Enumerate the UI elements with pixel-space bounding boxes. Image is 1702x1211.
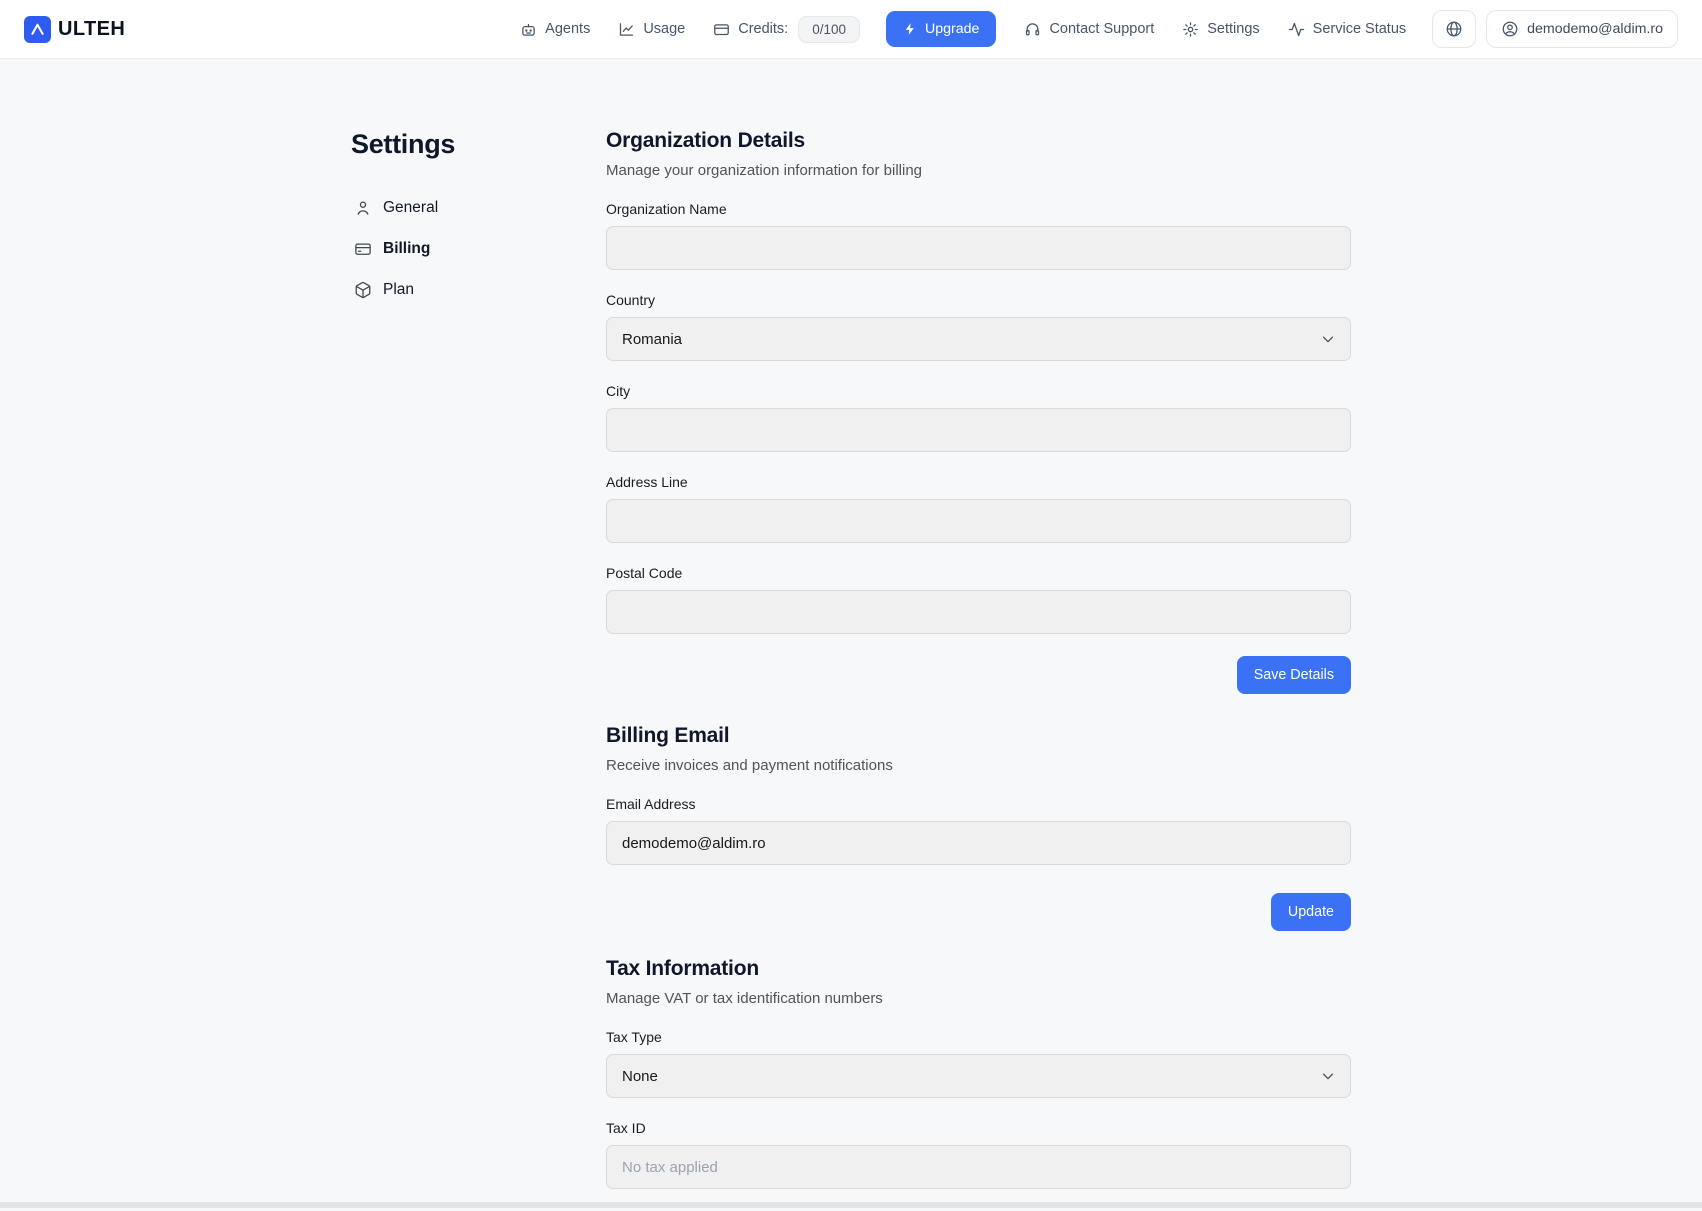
gear-icon bbox=[1182, 21, 1199, 38]
tax-information-section: Tax Information Manage VAT or tax identi… bbox=[606, 957, 1351, 1189]
organization-details-section: Organization Details Manage your organiz… bbox=[606, 129, 1351, 694]
brand-name: ULTEH bbox=[58, 18, 125, 41]
email-address-label: Email Address bbox=[606, 796, 1351, 812]
nav-usage[interactable]: Usage bbox=[618, 21, 685, 38]
section-subtitle: Receive invoices and payment notificatio… bbox=[606, 757, 1351, 774]
logo-icon bbox=[24, 16, 51, 43]
city-label: City bbox=[606, 383, 1351, 399]
settings-sidebar: Settings General Billing Plan bbox=[351, 129, 606, 1211]
sidebar-item-billing[interactable]: Billing bbox=[351, 237, 606, 261]
activity-icon bbox=[1288, 21, 1305, 38]
page-bottom-strip bbox=[0, 1202, 1702, 1208]
tax-type-value: None bbox=[622, 1068, 658, 1085]
nav-credits-label: Credits: bbox=[738, 21, 788, 37]
app-logo[interactable]: ULTEH bbox=[24, 16, 125, 43]
section-title: Tax Information bbox=[606, 957, 1351, 981]
nav-agents[interactable]: Agents bbox=[520, 21, 590, 38]
organization-fields: Organization Name Country Romania City Addre… bbox=[606, 201, 1351, 634]
chevron-down-icon bbox=[1319, 1067, 1337, 1085]
sidebar-item-label: General bbox=[383, 199, 438, 217]
nav-contact-support[interactable]: Contact Support bbox=[1024, 21, 1154, 38]
account-email: demodemo@aldim.ro bbox=[1527, 21, 1663, 37]
address-line-label: Address Line bbox=[606, 474, 1351, 490]
sidebar-item-general[interactable]: General bbox=[351, 196, 606, 220]
nav-settings[interactable]: Settings bbox=[1182, 21, 1259, 38]
tax-type-select[interactable]: None bbox=[606, 1054, 1351, 1098]
postal-code-input[interactable] bbox=[606, 590, 1351, 634]
sidebar-item-plan[interactable]: Plan bbox=[351, 278, 606, 302]
credit-card-icon bbox=[354, 240, 372, 258]
organization-name-input[interactable] bbox=[606, 226, 1351, 270]
line-chart-icon bbox=[618, 21, 635, 38]
update-email-button[interactable]: Update bbox=[1271, 893, 1351, 931]
lightning-icon bbox=[903, 22, 917, 36]
package-icon bbox=[354, 281, 372, 299]
section-title: Organization Details bbox=[606, 129, 1351, 153]
tax-id-input[interactable] bbox=[606, 1145, 1351, 1189]
tax-type-label: Tax Type bbox=[606, 1029, 1351, 1045]
nav-agents-label: Agents bbox=[545, 21, 590, 37]
section-subtitle: Manage your organization information for… bbox=[606, 162, 1351, 179]
billing-email-section: Billing Email Receive invoices and payme… bbox=[606, 724, 1351, 931]
settings-page: Settings General Billing Plan Organization… bbox=[351, 59, 1351, 1211]
globe-icon bbox=[1445, 20, 1463, 38]
credits-badge: 0/100 bbox=[798, 16, 860, 43]
city-input[interactable] bbox=[606, 408, 1351, 452]
email-address-input[interactable] bbox=[606, 821, 1351, 865]
sidebar-item-label: Plan bbox=[383, 281, 414, 299]
settings-nav: General Billing Plan bbox=[351, 196, 606, 302]
user-circle-icon bbox=[1501, 20, 1519, 38]
upgrade-button[interactable]: Upgrade bbox=[886, 11, 996, 47]
nav-usage-label: Usage bbox=[643, 21, 685, 37]
sidebar-item-label: Billing bbox=[383, 240, 430, 258]
billing-settings-main: Organization Details Manage your organiz… bbox=[606, 129, 1351, 1211]
tax-id-label: Tax ID bbox=[606, 1120, 1351, 1136]
organization-name-label: Organization Name bbox=[606, 201, 1351, 217]
navbar-actions: Agents Usage Credits: 0/100 Upgrade Cont… bbox=[492, 10, 1678, 48]
account-button[interactable]: demodemo@aldim.ro bbox=[1486, 10, 1678, 48]
nav-credits[interactable]: Credits: 0/100 bbox=[713, 16, 860, 43]
nav-contact-support-label: Contact Support bbox=[1049, 21, 1154, 37]
country-label: Country bbox=[606, 292, 1351, 308]
page-title: Settings bbox=[351, 129, 606, 160]
top-navbar: ULTEH Agents Usage Credits: 0/100 Upgrad… bbox=[0, 0, 1702, 59]
user-icon bbox=[354, 199, 372, 217]
save-details-button[interactable]: Save Details bbox=[1237, 656, 1351, 694]
nav-settings-label: Settings bbox=[1207, 21, 1259, 37]
address-line-input[interactable] bbox=[606, 499, 1351, 543]
country-select[interactable]: Romania bbox=[606, 317, 1351, 361]
nav-service-status[interactable]: Service Status bbox=[1288, 21, 1407, 38]
section-subtitle: Manage VAT or tax identification numbers bbox=[606, 990, 1351, 1007]
credit-card-icon bbox=[713, 21, 730, 38]
country-value: Romania bbox=[622, 331, 682, 348]
chevron-down-icon bbox=[1319, 330, 1337, 348]
postal-code-label: Postal Code bbox=[606, 565, 1351, 581]
upgrade-label: Upgrade bbox=[925, 21, 979, 37]
nav-service-status-label: Service Status bbox=[1313, 21, 1407, 37]
headset-icon bbox=[1024, 21, 1041, 38]
language-button[interactable] bbox=[1432, 10, 1476, 48]
section-title: Billing Email bbox=[606, 724, 1351, 748]
bot-icon bbox=[520, 21, 537, 38]
